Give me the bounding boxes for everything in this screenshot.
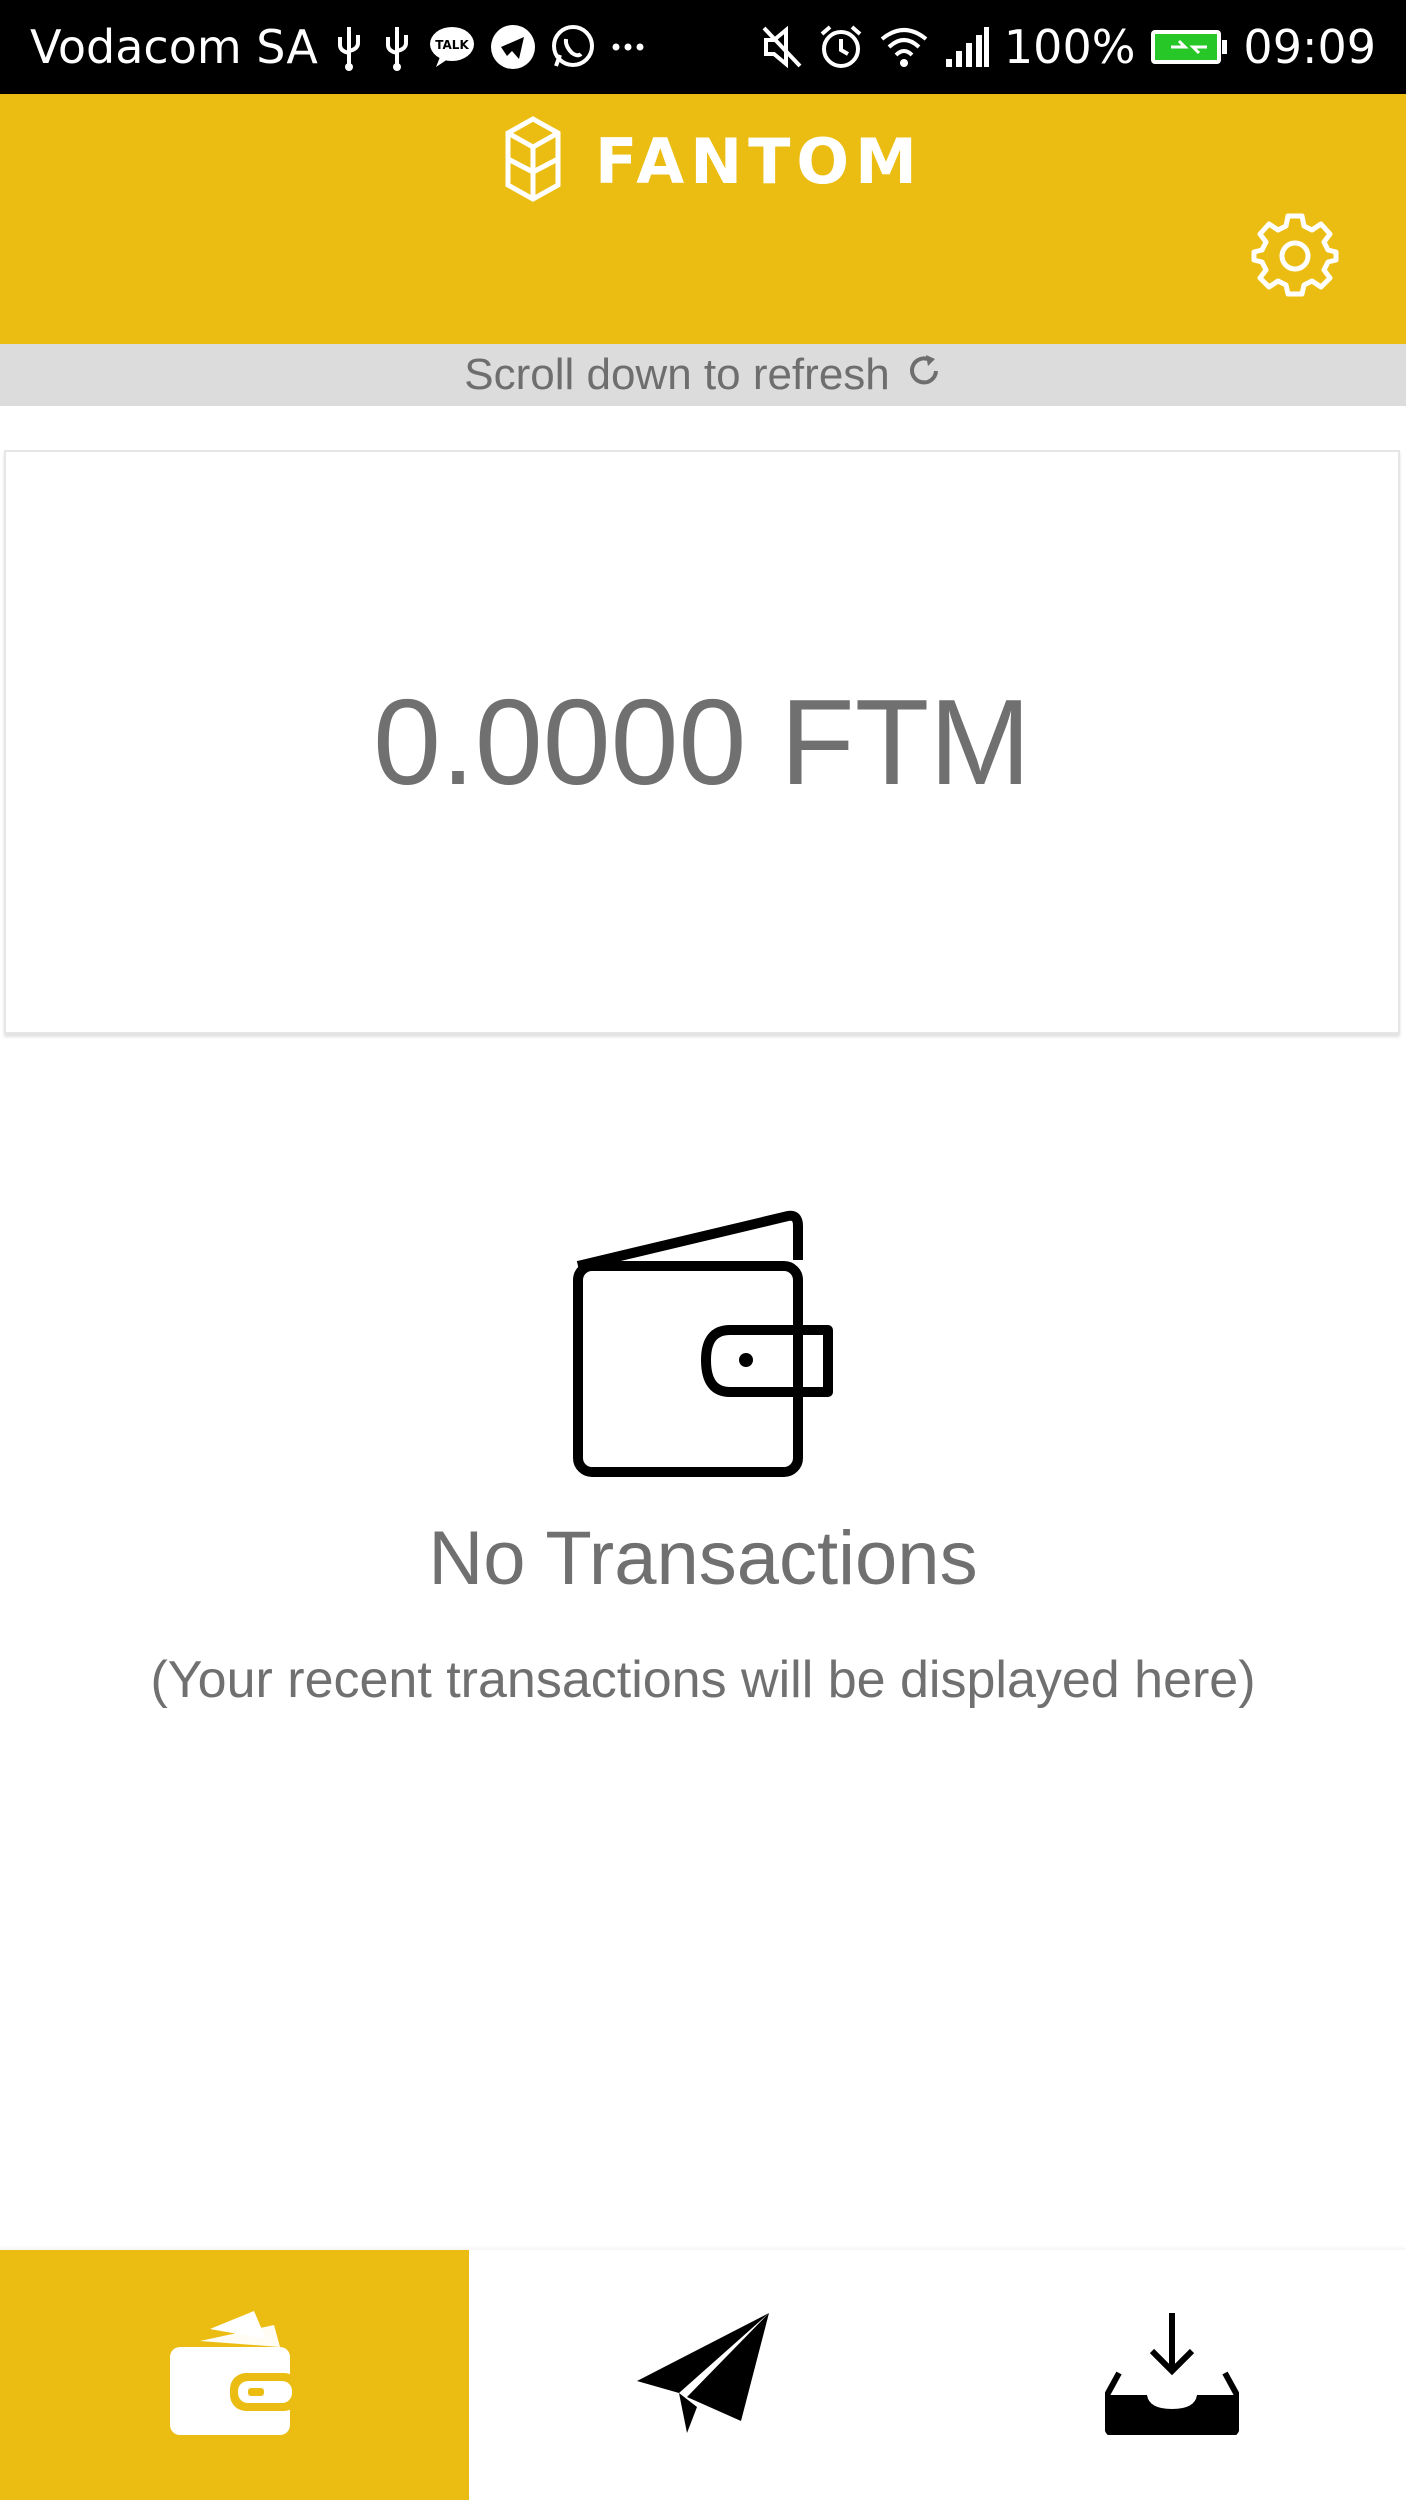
signal-icon: [944, 25, 990, 69]
status-right: 100% 09:09: [760, 0, 1376, 94]
usb-icon: [380, 23, 414, 71]
gear-icon: [1250, 213, 1340, 304]
refresh-icon: [906, 350, 942, 400]
settings-button[interactable]: [1250, 210, 1340, 300]
clock: 09:09: [1243, 20, 1376, 74]
paper-plane-icon: [635, 2311, 771, 2440]
wallet-icon: [169, 2310, 300, 2440]
refresh-hint-text: Scroll down to refresh: [464, 350, 890, 399]
carrier-name: Vodacom SA: [30, 20, 318, 74]
status-bar: Vodacom SA TALK 100% 09:09: [0, 0, 1406, 94]
inbox-download-icon: [1103, 2311, 1240, 2440]
telegram-icon: [490, 24, 536, 70]
empty-subtitle: (Your recent transactions will be displa…: [150, 1651, 1256, 1709]
whatsapp-icon: [550, 24, 596, 70]
alarm-icon: [818, 24, 864, 70]
refresh-hint-bar[interactable]: Scroll down to refresh: [0, 344, 1406, 406]
talk-chat-icon: TALK: [428, 25, 476, 69]
usb-icon: [332, 23, 366, 71]
battery-charging-icon: [1149, 27, 1229, 67]
brand-name: FANTOM: [595, 125, 923, 198]
mute-icon: [760, 24, 804, 70]
more-notifications-icon: [610, 41, 646, 53]
wallet-icon: [566, 1210, 836, 1487]
svg-text:TALK: TALK: [435, 38, 469, 52]
wifi-icon: [878, 25, 930, 69]
balance-card: 0.0000 FTM: [4, 450, 1400, 1034]
bottom-navigation: [0, 2250, 1406, 2500]
battery-percent: 100%: [1003, 20, 1136, 74]
nav-tab-wallet[interactable]: [0, 2250, 469, 2500]
fantom-logo-icon: [505, 116, 561, 207]
empty-title: No Transactions: [428, 1516, 978, 1601]
brand-logo: FANTOM: [505, 116, 923, 207]
nav-tab-send[interactable]: [469, 2250, 937, 2500]
status-left: Vodacom SA TALK: [30, 0, 646, 94]
balance-amount: 0.0000 FTM: [373, 674, 1031, 810]
nav-tab-receive[interactable]: [937, 2250, 1406, 2500]
